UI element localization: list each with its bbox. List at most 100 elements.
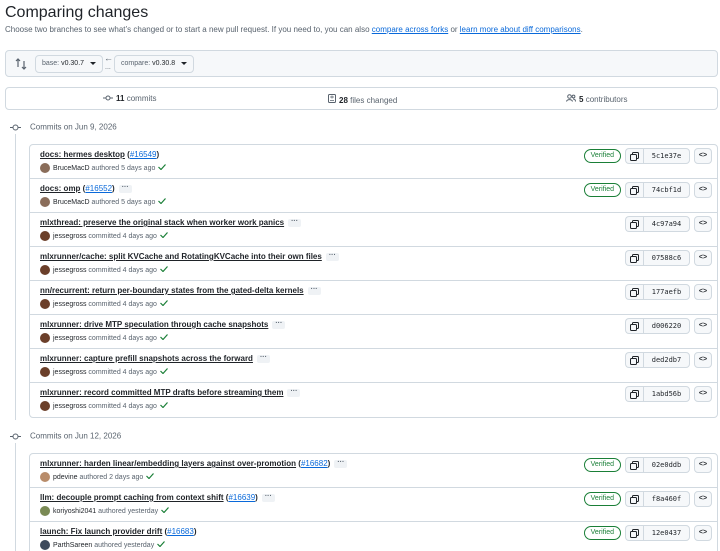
code-icon[interactable]: <>	[694, 352, 712, 368]
code-icon[interactable]: <>	[694, 318, 712, 334]
author-link[interactable]: pdevine	[53, 474, 78, 481]
avatar[interactable]	[40, 231, 50, 241]
check-icon[interactable]	[159, 367, 168, 376]
commit-title-link[interactable]: mlxrunner: record committed MTP drafts b…	[40, 388, 283, 397]
avatar[interactable]	[40, 163, 50, 173]
commit-title-link[interactable]: docs: hermes desktop	[40, 150, 125, 159]
avatar[interactable]	[40, 265, 50, 275]
pull-request-link[interactable]: #16639	[228, 493, 255, 502]
author-link[interactable]: jessegross	[53, 267, 86, 274]
check-icon[interactable]	[159, 265, 168, 274]
avatar[interactable]	[40, 333, 50, 343]
author-link[interactable]: jessegross	[53, 335, 86, 342]
commits-tab[interactable]: 11 commits	[103, 94, 156, 103]
author-link[interactable]: jessegross	[53, 403, 86, 410]
pull-request-link[interactable]: #16552	[85, 184, 112, 193]
copy-icon[interactable]	[625, 284, 643, 300]
code-icon[interactable]: <>	[694, 250, 712, 266]
commit-sha-button[interactable]: 5c1e37e	[643, 148, 690, 164]
avatar[interactable]	[40, 472, 50, 482]
code-icon[interactable]: <>	[694, 148, 712, 164]
check-icon[interactable]	[161, 506, 170, 515]
commit-title-link[interactable]: llm: decouple prompt caching from contex…	[40, 493, 224, 502]
expand-message-button[interactable]: ···	[325, 252, 339, 261]
avatar[interactable]	[40, 299, 50, 309]
commit-sha-button[interactable]: f8a460f	[643, 491, 690, 507]
check-icon[interactable]	[159, 231, 168, 240]
check-icon[interactable]	[158, 163, 167, 172]
check-icon[interactable]	[146, 472, 155, 481]
copy-icon[interactable]	[625, 386, 643, 402]
verified-badge[interactable]: Verified	[583, 149, 621, 163]
copy-icon[interactable]	[625, 148, 643, 164]
commit-sha-button[interactable]: 74cbf1d	[643, 182, 690, 198]
commit-sha-button[interactable]: 12e0437	[643, 525, 690, 541]
commit-sha-button[interactable]: 02e0ddb	[643, 457, 690, 473]
verified-badge[interactable]: Verified	[583, 458, 621, 472]
code-icon[interactable]: <>	[694, 525, 712, 541]
copy-icon[interactable]	[625, 250, 643, 266]
commit-sha-button[interactable]: 1abd56b	[643, 386, 690, 402]
expand-message-button[interactable]: ···	[261, 493, 275, 502]
expand-message-button[interactable]: ···	[288, 218, 302, 227]
copy-icon[interactable]	[625, 182, 643, 198]
pull-request-link[interactable]: #16682	[301, 459, 328, 468]
avatar[interactable]	[40, 540, 50, 550]
pull-request-link[interactable]: #16549	[130, 150, 157, 159]
expand-message-button[interactable]: ···	[272, 320, 286, 329]
verified-badge[interactable]: Verified	[583, 492, 621, 506]
code-icon[interactable]: <>	[694, 386, 712, 402]
author-link[interactable]: ParthSareen	[53, 542, 92, 549]
commit-title-link[interactable]: nn/recurrent: return per-boundary states…	[40, 286, 304, 295]
expand-message-button[interactable]: ···	[287, 388, 301, 397]
compare-forks-link[interactable]: compare across forks	[372, 25, 448, 34]
code-icon[interactable]: <>	[694, 491, 712, 507]
commit-title-link[interactable]: launch: Fix launch provider drift	[40, 527, 162, 536]
verified-badge[interactable]: Verified	[583, 183, 621, 197]
code-icon[interactable]: <>	[694, 182, 712, 198]
author-link[interactable]: jessegross	[53, 233, 86, 240]
copy-icon[interactable]	[625, 216, 643, 232]
commit-title-link[interactable]: mlxrunner: capture prefill snapshots acr…	[40, 354, 253, 363]
author-link[interactable]: jessegross	[53, 369, 86, 376]
pull-request-link[interactable]: #16683	[167, 527, 194, 536]
avatar[interactable]	[40, 506, 50, 516]
compare-branch-select[interactable]: compare: v0.30.8	[114, 55, 195, 73]
commit-sha-button[interactable]: 4c97a94	[643, 216, 690, 232]
base-branch-select[interactable]: base: v0.30.7	[35, 55, 103, 73]
commit-sha-button[interactable]: 07588c6	[643, 250, 690, 266]
expand-message-button[interactable]: ···	[256, 354, 270, 363]
commit-title-link[interactable]: mlxrunner: harden linear/embedding layer…	[40, 459, 296, 468]
commit-sha-button[interactable]: ded2db7	[643, 352, 690, 368]
commit-sha-button[interactable]: d006220	[643, 318, 690, 334]
check-icon[interactable]	[159, 401, 168, 410]
check-icon[interactable]	[159, 333, 168, 342]
files-tab[interactable]: 28 files changed	[328, 94, 397, 105]
code-icon[interactable]: <>	[694, 284, 712, 300]
avatar[interactable]	[40, 197, 50, 207]
copy-icon[interactable]	[625, 318, 643, 334]
author-link[interactable]: koriyoshi2041	[53, 508, 96, 515]
expand-message-button[interactable]: ···	[334, 459, 348, 468]
commit-title-link[interactable]: mlxthread: preserve the original stack w…	[40, 218, 284, 227]
expand-message-button[interactable]: ···	[307, 286, 321, 295]
commit-title-link[interactable]: docs: omp	[40, 184, 80, 193]
copy-icon[interactable]	[625, 491, 643, 507]
author-link[interactable]: jessegross	[53, 301, 86, 308]
expand-message-button[interactable]: ···	[118, 184, 132, 193]
author-link[interactable]: BruceMacD	[53, 165, 90, 172]
copy-icon[interactable]	[625, 457, 643, 473]
avatar[interactable]	[40, 367, 50, 377]
check-icon[interactable]	[158, 197, 167, 206]
contributors-tab[interactable]: 5 contributors	[566, 94, 627, 104]
author-link[interactable]: BruceMacD	[53, 199, 90, 206]
check-icon[interactable]	[157, 540, 166, 549]
copy-icon[interactable]	[625, 352, 643, 368]
copy-icon[interactable]	[625, 525, 643, 541]
commit-sha-button[interactable]: 177aefb	[643, 284, 690, 300]
git-compare-icon[interactable]	[15, 57, 27, 71]
code-icon[interactable]: <>	[694, 457, 712, 473]
check-icon[interactable]	[159, 299, 168, 308]
verified-badge[interactable]: Verified	[583, 526, 621, 540]
commit-title-link[interactable]: mlxrunner: drive MTP speculation through…	[40, 320, 268, 329]
